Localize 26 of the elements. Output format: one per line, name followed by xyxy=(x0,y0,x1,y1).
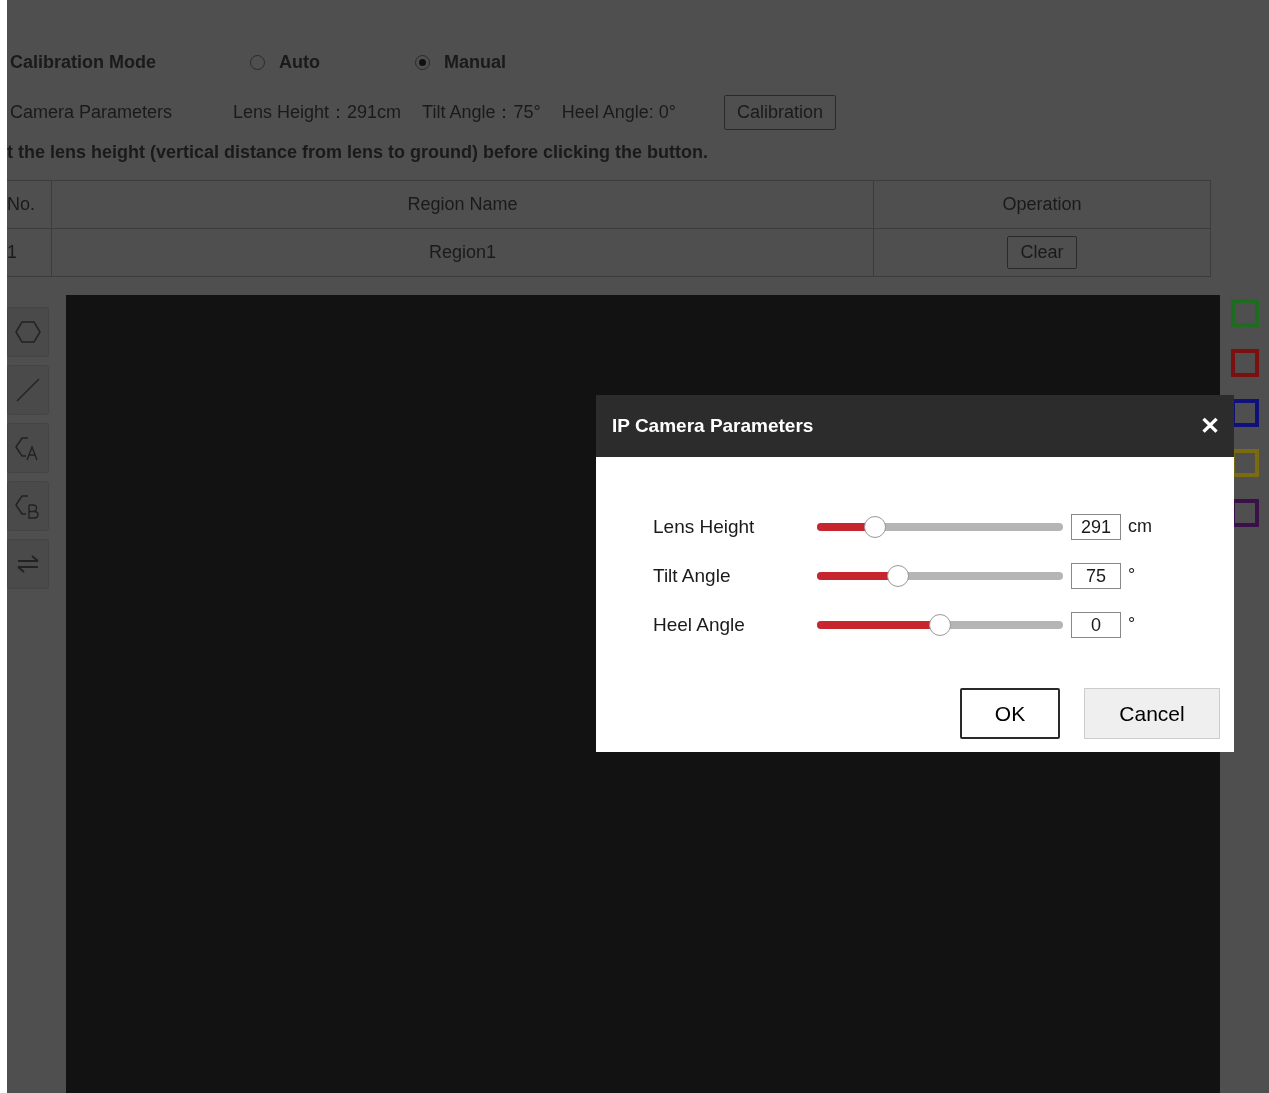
tool-button[interactable] xyxy=(7,539,49,589)
color-swatch[interactable] xyxy=(1230,349,1259,377)
parameter-label: Tilt Angle xyxy=(653,564,732,587)
tool-button[interactable] xyxy=(7,423,49,473)
tool-button[interactable] xyxy=(7,481,49,531)
slider-thumb[interactable] xyxy=(863,515,886,538)
unit-text: cm xyxy=(1128,516,1152,537)
slider-thumb[interactable] xyxy=(929,613,951,636)
color-swatch[interactable] xyxy=(1230,299,1259,327)
value-field[interactable]: 291 xyxy=(1071,513,1121,540)
value-field[interactable]: 0 xyxy=(1071,611,1121,638)
hexagon-icon xyxy=(14,318,42,346)
hexagon-b-icon xyxy=(14,492,42,520)
line-icon xyxy=(14,376,42,404)
ok-button[interactable]: OK xyxy=(960,688,1060,739)
dialog-title: IP Camera Parameters xyxy=(612,415,814,437)
close-button[interactable]: ✕ xyxy=(1200,412,1220,440)
parameter-label: Heel Angle xyxy=(653,613,746,636)
unit-text: ° xyxy=(1128,614,1136,635)
value-field[interactable]: 75 xyxy=(1071,562,1121,589)
slider-thumb[interactable] xyxy=(887,564,910,587)
tool-button[interactable] xyxy=(7,365,49,415)
cancel-button[interactable]: Cancel xyxy=(1084,688,1220,739)
unit-text: ° xyxy=(1128,565,1136,586)
parameter-label: Lens Height xyxy=(653,515,756,538)
tool-button[interactable] xyxy=(7,307,49,357)
